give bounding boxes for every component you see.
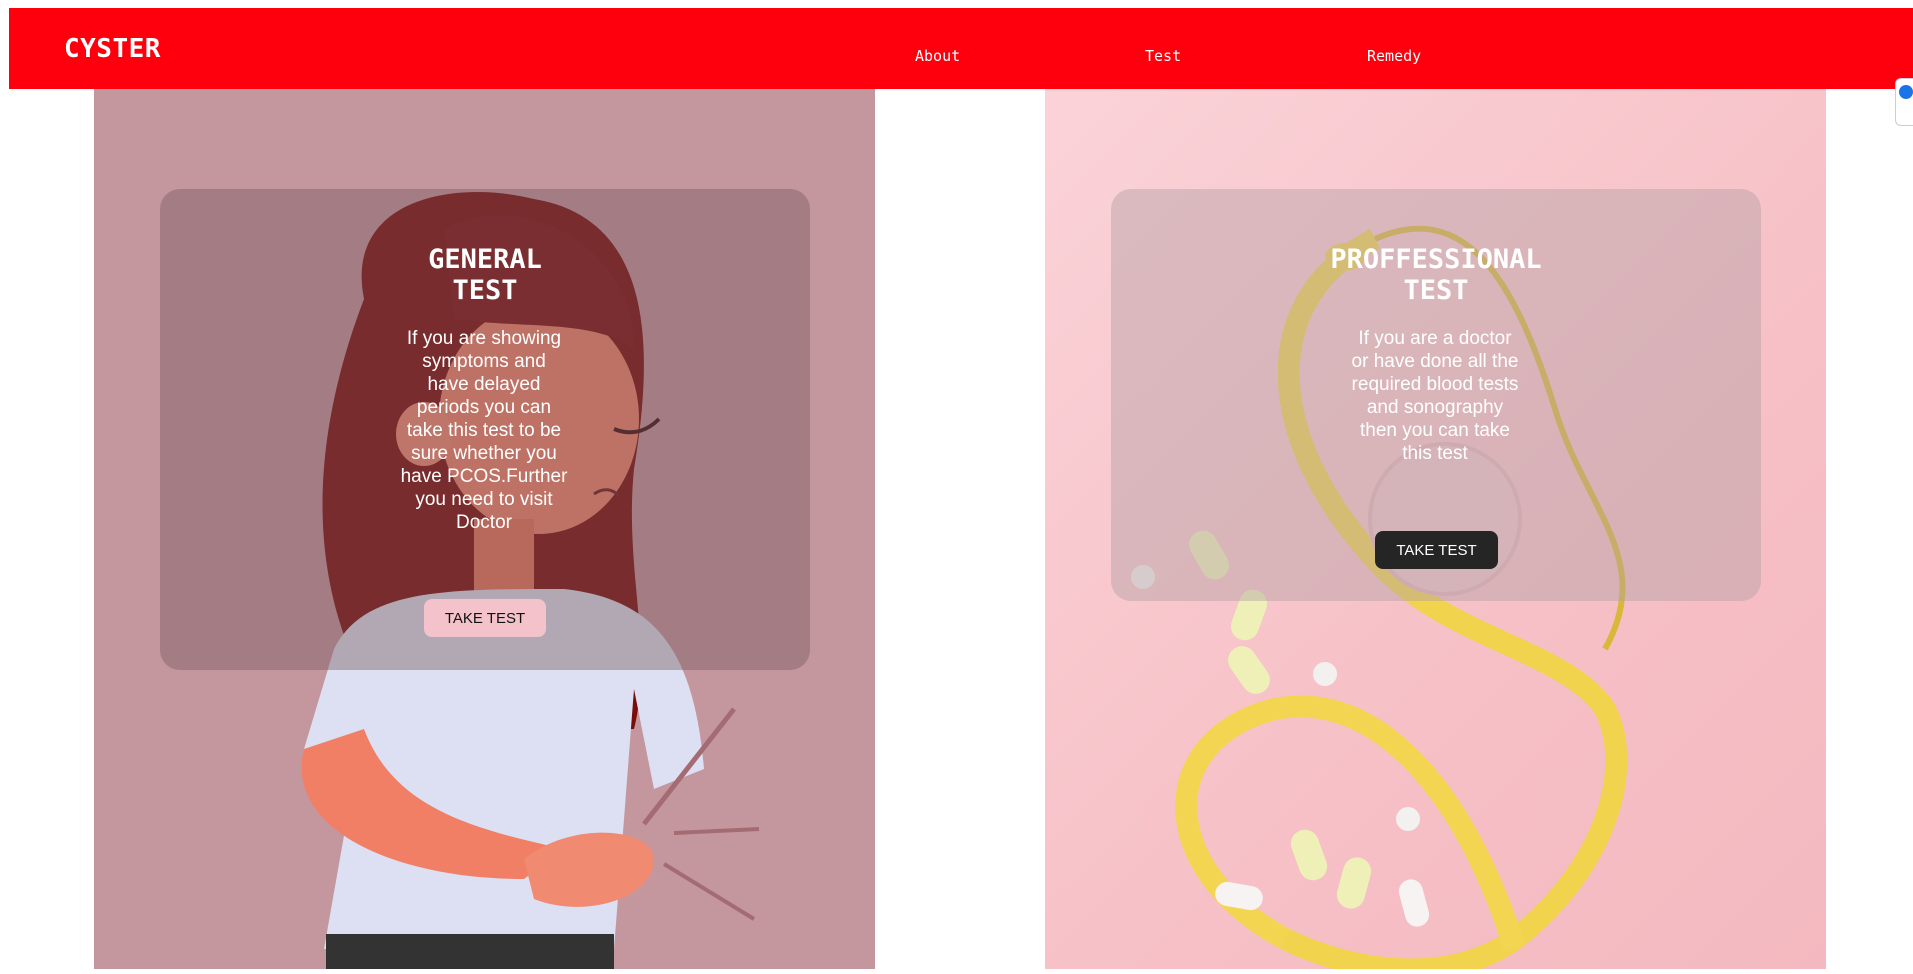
brand-logo[interactable]: CYSTER bbox=[64, 34, 161, 64]
professional-test-card: PROFFESSIONAL TEST If you are a doctor o… bbox=[1111, 189, 1761, 601]
general-test-description: If you are showing symptoms and have del… bbox=[400, 328, 568, 533]
nav-link-about[interactable]: About bbox=[915, 47, 960, 65]
extension-icon bbox=[1899, 85, 1913, 99]
professional-test-panel: PROFFESSIONAL TEST If you are a doctor o… bbox=[1045, 89, 1826, 969]
nav-link-test[interactable]: Test bbox=[1145, 47, 1181, 65]
general-take-test-button[interactable]: TAKE TEST bbox=[424, 599, 546, 637]
general-test-card: GENERAL TEST If you are showing symptoms… bbox=[160, 189, 810, 670]
top-navbar: CYSTER About Test Remedy bbox=[9, 8, 1913, 89]
professional-test-description: If you are a doctor or have done all the… bbox=[1351, 328, 1519, 464]
general-test-title: GENERAL TEST bbox=[428, 244, 542, 306]
browser-extension-tab[interactable] bbox=[1895, 78, 1913, 126]
professional-take-test-button[interactable]: TAKE TEST bbox=[1375, 531, 1498, 569]
nav-link-remedy[interactable]: Remedy bbox=[1367, 47, 1421, 65]
professional-test-title: PROFFESSIONAL TEST bbox=[1330, 244, 1542, 306]
general-test-panel: GENERAL TEST If you are showing symptoms… bbox=[94, 89, 875, 969]
